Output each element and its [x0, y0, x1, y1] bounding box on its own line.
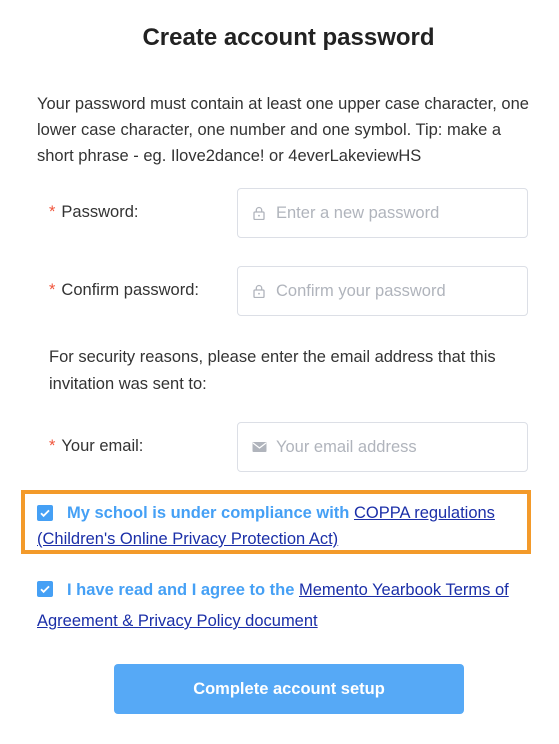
confirm-password-row: * Confirm password: — [0, 266, 559, 316]
lock-icon — [252, 206, 266, 221]
password-field[interactable] — [237, 188, 528, 238]
password-input[interactable] — [276, 189, 516, 237]
confirm-password-label: * Confirm password: — [49, 281, 199, 299]
lock-icon — [252, 284, 266, 299]
password-requirements: Your password must contain at least one … — [37, 95, 529, 165]
required-marker: * — [49, 437, 56, 455]
confirm-password-field[interactable] — [237, 266, 528, 316]
confirm-password-input[interactable] — [276, 267, 516, 315]
required-marker: * — [49, 203, 56, 221]
coppa-agreement-text: My school is under compliance with COPPA… — [37, 504, 495, 548]
page-title: Create account password — [142, 24, 435, 51]
terms-agreement-text: I have read and I agree to the Memento Y… — [37, 581, 509, 630]
password-label: * Password: — [49, 203, 139, 221]
complete-setup-button[interactable]: Complete account setup — [114, 664, 464, 714]
email-label: * Your email: — [49, 437, 144, 455]
email-row: * Your email: — [0, 422, 559, 472]
email-field[interactable] — [237, 422, 528, 472]
required-marker: * — [49, 281, 56, 299]
mail-icon — [252, 440, 267, 454]
security-note: For security reasons, please enter the e… — [49, 348, 496, 393]
password-row: * Password: — [0, 188, 559, 238]
email-input[interactable] — [276, 423, 516, 471]
